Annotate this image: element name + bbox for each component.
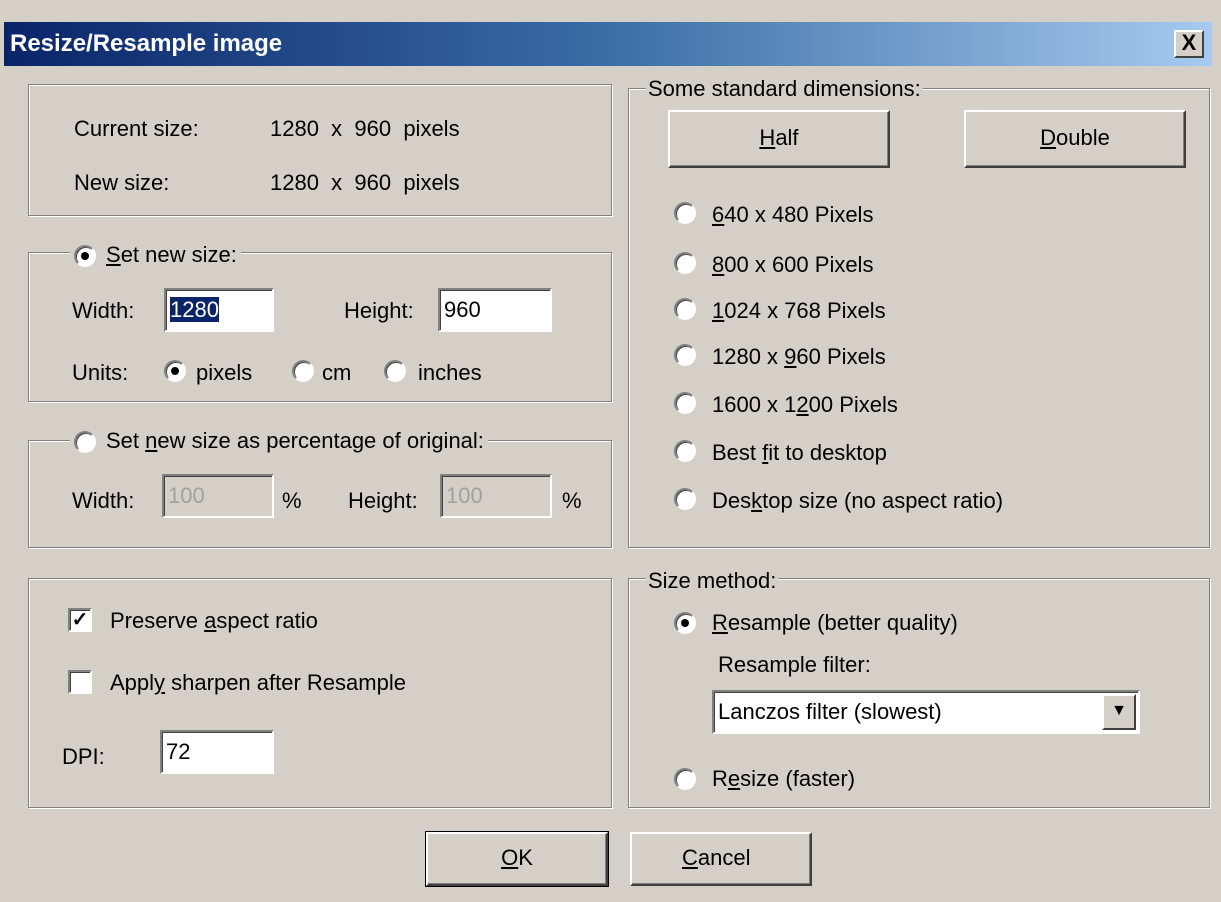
resize-label: Resize (faster): [712, 766, 856, 791]
dim-1024-label: 1024 x 768 Pixels: [712, 298, 886, 323]
ok-button[interactable]: OK: [425, 831, 609, 887]
dpi-label: DPI:: [62, 744, 105, 769]
apply-sharpen-checkbox[interactable]: [68, 670, 92, 694]
dim-640-label: 640 x 480 Pixels: [712, 202, 874, 227]
resample-radio[interactable]: [674, 612, 696, 634]
dim-1280-radio[interactable]: [674, 344, 696, 366]
checkmark-icon: ✓: [71, 609, 89, 631]
height-value: 960: [444, 297, 481, 322]
width-input[interactable]: 1280: [164, 288, 274, 332]
best-fit-label: Best fit to desktop: [712, 440, 887, 465]
width-value: 1280: [170, 297, 219, 322]
resample-label: Resample (better quality): [712, 610, 958, 635]
apply-sharpen-label: Apply sharpen after Resample: [110, 670, 406, 695]
unit-inches-label: inches: [418, 360, 482, 385]
dim-1600-label: 1600 x 1200 Pixels: [712, 392, 898, 417]
size-info-group: [28, 84, 612, 216]
dpi-value: 72: [166, 739, 191, 764]
standard-dimensions-legend: Some standard dimensions:: [646, 76, 923, 102]
unit-pixels-label: pixels: [196, 360, 253, 385]
units-label: Units:: [72, 360, 129, 385]
dpi-input[interactable]: 72: [160, 730, 274, 774]
pct-height-label: Height:: [348, 488, 418, 513]
best-fit-radio[interactable]: [674, 440, 696, 462]
percentage-label: ew size as percentage of original:: [157, 428, 484, 453]
pct-width-unit: %: [282, 488, 302, 513]
cancel-button[interactable]: Cancel: [630, 832, 812, 886]
window-title: Resize/Resample image: [10, 30, 283, 57]
close-button[interactable]: X: [1174, 30, 1204, 58]
unit-pixels-radio[interactable]: [164, 360, 186, 382]
resize-dialog: Resize/Resample image X Current size: 12…: [0, 0, 1221, 902]
close-icon: X: [1181, 30, 1197, 55]
title-bar[interactable]: Resize/Resample image X: [4, 22, 1212, 66]
new-size-label: New size:: [74, 170, 170, 195]
current-size-value: 1280 x 960 pixels: [270, 116, 460, 141]
unit-inches-radio[interactable]: [384, 360, 406, 382]
size-method-legend: Size method:: [646, 568, 779, 594]
pct-height-unit: %: [562, 488, 582, 513]
pct-height-value: 100: [446, 483, 483, 508]
dim-1280-label: 1280 x 960 Pixels: [712, 344, 886, 369]
dim-800-label: 800 x 600 Pixels: [712, 252, 874, 277]
set-new-size-label-key: S: [106, 242, 121, 267]
height-label: Height:: [344, 298, 414, 323]
set-new-size-label: et new size:: [120, 242, 237, 267]
dim-800-radio[interactable]: [674, 252, 696, 274]
width-label: Width:: [72, 298, 135, 323]
current-size-label: Current size:: [74, 116, 199, 141]
resize-radio[interactable]: [674, 768, 696, 790]
percentage-radio[interactable]: [74, 431, 96, 454]
resample-filter-value: Lanczos filter (slowest): [718, 699, 942, 724]
dim-1024-radio[interactable]: [674, 298, 696, 320]
set-new-size-legend: Set new size:: [70, 242, 241, 268]
preserve-aspect-label: Preserve aspect ratio: [110, 608, 318, 633]
resample-filter-label: Resample filter:: [718, 652, 871, 677]
percentage-legend: Set new size as percentage of original:: [70, 428, 488, 454]
preserve-aspect-checkbox[interactable]: ✓: [68, 608, 92, 632]
chevron-down-icon[interactable]: ▼: [1102, 694, 1136, 730]
pct-width-label: Width:: [72, 488, 135, 513]
pct-width-value: 100: [168, 483, 205, 508]
set-new-size-radio[interactable]: [74, 245, 96, 268]
double-button[interactable]: Double: [964, 110, 1186, 168]
desktop-size-radio[interactable]: [674, 488, 696, 510]
pct-width-input[interactable]: 100: [162, 474, 274, 518]
dim-1600-radio[interactable]: [674, 392, 696, 414]
unit-cm-radio[interactable]: [292, 360, 314, 382]
resample-filter-select[interactable]: Lanczos filter (slowest) ▼: [712, 690, 1140, 734]
pct-height-input[interactable]: 100: [440, 474, 552, 518]
height-input[interactable]: 960: [438, 288, 552, 332]
half-button[interactable]: Half: [668, 110, 890, 168]
dim-640-radio[interactable]: [674, 202, 696, 224]
desktop-size-label: Desktop size (no aspect ratio): [712, 488, 1004, 513]
new-size-value: 1280 x 960 pixels: [270, 170, 460, 195]
unit-cm-label: cm: [322, 360, 352, 385]
